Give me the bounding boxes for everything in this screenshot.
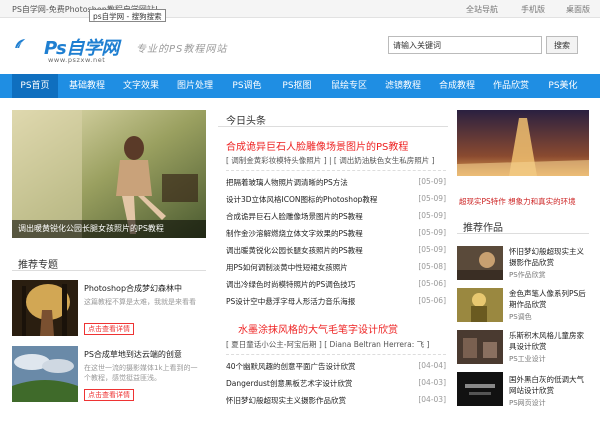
logo-feather-icon[interactable] (14, 27, 48, 61)
list-item[interactable]: 调出冷绿色时尚模特照片的PS调色技巧 [05-06] (226, 279, 446, 291)
list-item-date: [05-09] (418, 228, 446, 237)
nav-item-color[interactable]: PS调色 (224, 74, 270, 98)
top-link-desktop[interactable]: 桌面版 (566, 4, 590, 15)
recommend-item-title[interactable]: Photoshop合成梦幻森林中 (84, 283, 182, 294)
top-link-mobile[interactable]: 手机版 (521, 4, 545, 15)
list-item-date: [05-09] (418, 245, 446, 254)
works-item-title[interactable]: 怀旧梦幻般超现实主义摄影作品欣赏 (509, 246, 591, 268)
headline-divider (226, 170, 446, 171)
right-banner-image[interactable] (457, 110, 589, 176)
works-item-category[interactable]: PS网页设计 (509, 398, 546, 408)
hero-image[interactable]: 调出暖黄锐化公园长腿女孩照片的PS教程 (12, 110, 206, 238)
nav-item-compositing[interactable]: 合成教程 (432, 74, 482, 98)
today-title: 今日头条 (226, 116, 266, 127)
list-item[interactable]: Dangerdust创意黑板艺术字设计欣赏 [04-03] (226, 378, 446, 390)
forest-thumb-image (12, 280, 78, 336)
nav-item-photo[interactable]: 图片处理 (170, 74, 220, 98)
works-item-category[interactable]: PS工业设计 (509, 354, 546, 364)
list-item[interactable]: 用PS如何调制淡黄中性短裙女孩照片 [05-08] (226, 262, 446, 274)
right-banner-caption[interactable]: 超现实PS特作 想象力和真实的环境 (459, 196, 576, 207)
headline-link[interactable]: 合成诡异巨石人脸雕像场景图片的PS教程 (226, 138, 408, 153)
logo-url: www.pszxw.net (48, 56, 106, 64)
list-item[interactable]: 怀旧梦幻般超现实主义摄影作品欣赏 [04-03] (226, 395, 446, 407)
works-title: 推荐作品 (463, 223, 503, 234)
works-thumb[interactable] (457, 246, 503, 280)
list-item[interactable]: 把隔着玻璃人物照片调清晰的PS方法 [05-09] (226, 177, 446, 189)
works-thumb-image (457, 246, 503, 280)
today-divider (218, 126, 448, 127)
list-item[interactable]: 制作金沙溶解燃烧立体文字效果的PS教程 [05-09] (226, 228, 446, 240)
list-item-title[interactable]: 调出暖黄锐化公园长腿女孩照片的PS教程 (226, 245, 363, 256)
list-item-title[interactable]: PS设计空中悬浮字母人形活力音乐海报 (226, 296, 355, 307)
slogan: 专业的PS教程网站 (136, 44, 228, 55)
list-item[interactable]: 设计3D立体风格ICON图标的Photoshop教程 [05-09] (226, 194, 446, 206)
list-item[interactable]: PS设计空中悬浮字母人形活力音乐海报 [05-06] (226, 296, 446, 308)
list-item-title[interactable]: 40个幽默风趣的创意平面广告设计欣赏 (226, 361, 356, 372)
list-item-date: [04-03] (418, 378, 446, 387)
top-bar: PS自学网-免费Photoshop教程自学网站! ps自学网 - 搜狗搜索 全站… (0, 0, 600, 22)
nav-item-home[interactable]: PS首页 (12, 74, 58, 98)
recommend-title: 推荐专题 (18, 260, 58, 271)
tooltip: ps自学网 - 搜狗搜索 (89, 9, 166, 22)
list-item-date: [05-06] (418, 279, 446, 288)
headline-link[interactable]: 水墨涂抹风格的大气毛笔字设计欣赏 (238, 321, 398, 336)
headline-sub-links[interactable]: [ 调制金黄彩妆模特头像照片 ] | [ 调出奶油肤色女生私房照片 ] (226, 155, 435, 166)
works-thumb[interactable] (457, 288, 503, 322)
recommend-thumb[interactable] (12, 346, 78, 402)
list-item-title[interactable]: 合成诡异巨石人脸雕像场景图片的PS教程 (226, 211, 363, 222)
works-item-category[interactable]: PS作品欣赏 (509, 270, 546, 280)
list-item-date: [04-03] (418, 395, 446, 404)
list-item-date: [05-08] (418, 262, 446, 271)
works-item-title[interactable]: 乐斯积木风格儿童房家具设计欣赏 (509, 330, 591, 352)
works-divider (457, 233, 589, 234)
list-item-title[interactable]: 把隔着玻璃人物照片调清晰的PS方法 (226, 177, 348, 188)
list-item-date: [05-06] (418, 296, 446, 305)
main-nav: PS首页 基础教程 文字效果 图片处理 PS调色 PS抠图 鼠绘专区 滤镜教程 … (0, 74, 600, 98)
list-item-title[interactable]: 设计3D立体风格ICON图标的Photoshop教程 (226, 194, 377, 205)
eiffel-night-image (457, 110, 589, 176)
recommend-detail-button[interactable]: 点击查看详情 (84, 323, 134, 335)
works-thumb[interactable] (457, 372, 503, 406)
nav-item-gallery[interactable]: 作品欣赏 (486, 74, 536, 98)
grass-cloud-thumb-image (12, 346, 78, 402)
search-input[interactable] (388, 36, 542, 54)
nav-item-painting[interactable]: 鼠绘专区 (324, 74, 374, 98)
list-item-date: [05-09] (418, 194, 446, 203)
list-item-title[interactable]: 用PS如何调制淡黄中性短裙女孩照片 (226, 262, 348, 273)
recommend-item-desc: 在这世一流的摄影媒体1k上看到的一个教程，感觉挺益匪浅。 (84, 364, 198, 382)
search-button[interactable]: 搜索 (546, 36, 578, 54)
recommend-detail-button[interactable]: 点击查看详情 (84, 389, 134, 401)
recommend-divider (12, 270, 206, 271)
works-thumb[interactable] (457, 330, 503, 364)
list-item-date: [05-09] (418, 177, 446, 186)
hero-caption[interactable]: 调出暖黄锐化公园长腿女孩照片的PS教程 (12, 220, 206, 238)
recommend-item-desc: 这篇教程不算是太难，我就是来看看 (84, 298, 196, 306)
nav-item-beautify[interactable]: PS美化 (540, 74, 586, 98)
list-item[interactable]: 调出暖黄锐化公园长腿女孩照片的PS教程 [05-09] (226, 245, 446, 257)
list-item-date: [04-04] (418, 361, 446, 370)
recommend-thumb[interactable] (12, 280, 78, 336)
list-item-date: [05-09] (418, 211, 446, 220)
list-item[interactable]: 40个幽默风趣的创意平面广告设计欣赏 [04-04] (226, 361, 446, 373)
works-thumb-image (457, 372, 503, 406)
list-item-title[interactable]: 怀旧梦幻般超现实主义摄影作品欣赏 (226, 395, 346, 406)
top-link-sitemap[interactable]: 全站导航 (466, 4, 498, 15)
list-item[interactable]: 合成诡异巨石人脸雕像场景图片的PS教程 [05-09] (226, 211, 446, 223)
nav-item-text-effects[interactable]: 文字效果 (116, 74, 166, 98)
works-thumb-image (457, 330, 503, 364)
works-item-title[interactable]: 金色声笔人像系列PS后期作品欣赏 (509, 288, 591, 310)
works-item-title[interactable]: 国外黑白灰的低调大气网站设计欣赏 (509, 374, 591, 396)
nav-item-cutout[interactable]: PS抠图 (274, 74, 320, 98)
list-item-title[interactable]: 制作金沙溶解燃烧立体文字效果的PS教程 (226, 228, 363, 239)
nav-item-basics[interactable]: 基础教程 (62, 74, 112, 98)
hero-photo (12, 110, 206, 238)
works-item-category[interactable]: PS调色 (509, 312, 532, 322)
works-thumb-image (457, 288, 503, 322)
list-item-title[interactable]: 调出冷绿色时尚模特照片的PS调色技巧 (226, 279, 355, 290)
list-item-title[interactable]: Dangerdust创意黑板艺术字设计欣赏 (226, 378, 352, 389)
headline-sub-links[interactable]: [ 夏日童话小公主-阿宝后期 ] [ Diana Beltran Herrera… (226, 339, 429, 350)
nav-item-filters[interactable]: 滤镜教程 (378, 74, 428, 98)
headline-divider (226, 354, 446, 355)
recommend-item-title[interactable]: PS合成草地到达云端的创意 (84, 349, 182, 360)
